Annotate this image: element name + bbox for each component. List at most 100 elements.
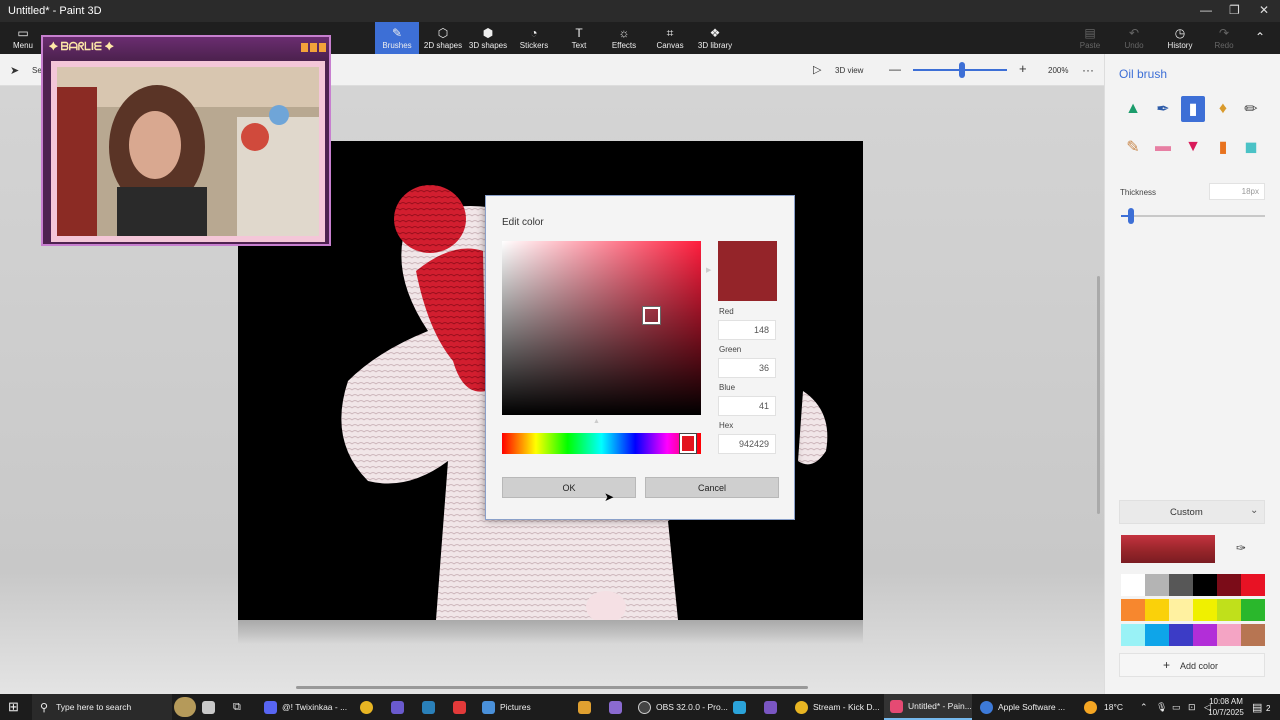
app-purple-icon[interactable]	[609, 694, 627, 720]
spray-can-icon[interactable]: ▮	[1211, 134, 1235, 160]
highlighter-icon[interactable]: ▼	[1181, 134, 1205, 160]
chevron-up-icon[interactable]: ⌃	[1140, 694, 1148, 720]
taskbar-app-discord[interactable]: @! Twixinkaa - ...	[264, 694, 347, 720]
palette-swatch[interactable]	[1217, 599, 1241, 621]
fill-icon[interactable]: ◼	[1239, 134, 1263, 160]
search-highlight-icon[interactable]	[174, 694, 201, 720]
close-button[interactable]: ✕	[1259, 3, 1269, 17]
tab-canvas[interactable]: ⌗ Canvas	[652, 22, 688, 54]
tab-effects[interactable]: ☼ Effects	[606, 22, 642, 54]
thickness-slider-thumb[interactable]	[1128, 208, 1135, 224]
tab-text[interactable]: T Text	[562, 22, 596, 54]
tab-3d-library[interactable]: ❖ 3D library	[694, 22, 736, 54]
thickness-input[interactable]: 18px	[1209, 183, 1265, 200]
clock[interactable]: 10:08 AM 10/7/2025	[1206, 696, 1246, 718]
eraser-icon[interactable]: ▬	[1151, 134, 1175, 160]
tab-3d-shapes[interactable]: ⬢ 3D shapes	[467, 22, 509, 54]
vertical-scrollbar[interactable]	[1097, 276, 1100, 514]
taskbar-app-chrome-kick[interactable]: Stream - Kick D...	[795, 694, 880, 720]
paste-button[interactable]: ▤ Paste	[1078, 22, 1102, 54]
battery-icon[interactable]: ▭	[1172, 694, 1181, 720]
watercolor-icon[interactable]: ♦	[1211, 96, 1235, 122]
palette-swatch[interactable]	[1241, 574, 1265, 596]
3d-view-icon[interactable]: ▷	[813, 63, 821, 76]
redo-button[interactable]: ↷ Redo	[1212, 22, 1236, 54]
palette-swatch[interactable]	[1169, 599, 1193, 621]
menu-button[interactable]: ▭ Menu	[6, 22, 40, 54]
history-icon: ◷	[1174, 25, 1186, 40]
palette-swatch[interactable]	[1217, 574, 1241, 596]
hue-slider-thumb[interactable]	[679, 433, 697, 454]
history-button[interactable]: ◷ History	[1164, 22, 1196, 54]
3d-view-button[interactable]: 3D view	[835, 66, 863, 75]
hex-input[interactable]: 942429	[718, 434, 776, 454]
zoom-level: 200%	[1048, 66, 1069, 75]
palette-swatch[interactable]	[1193, 599, 1217, 621]
minimize-button[interactable]: —	[1200, 3, 1212, 17]
palette-swatch[interactable]	[1217, 624, 1241, 646]
thickness-track[interactable]	[1121, 215, 1265, 217]
burger-icon[interactable]	[578, 694, 596, 720]
tab-stickers[interactable]: ◔ Stickers	[514, 22, 554, 54]
tab-2d-shapes[interactable]: ⬡ 2D shapes	[422, 22, 464, 54]
weather-icon[interactable]	[1084, 694, 1102, 720]
red-input[interactable]: 148	[718, 320, 776, 340]
green-input[interactable]: 36	[718, 358, 776, 378]
add-color-button[interactable]: + Add color	[1119, 653, 1265, 677]
color-spectrum-picker[interactable]	[502, 241, 701, 415]
zoom-out-icon[interactable]: —	[889, 62, 901, 76]
task-view-icon[interactable]: ⧉	[233, 694, 241, 720]
app-red-icon[interactable]	[453, 694, 471, 720]
palette-swatch[interactable]	[1241, 599, 1265, 621]
palette-swatch[interactable]	[1169, 574, 1193, 596]
palette-swatch[interactable]	[1193, 574, 1217, 596]
chrome-icon[interactable]	[360, 694, 378, 720]
blue-input[interactable]: 41	[718, 396, 776, 416]
palette-dropdown[interactable]: Custom ⌄	[1119, 500, 1265, 524]
horizontal-scrollbar[interactable]	[296, 686, 808, 689]
palette-swatch[interactable]	[1193, 624, 1217, 646]
app-blue-icon[interactable]	[733, 694, 751, 720]
marker-icon[interactable]: ▲	[1121, 96, 1145, 122]
tab-brushes[interactable]: ✎ Brushes	[375, 22, 419, 54]
palette-swatch[interactable]	[1121, 624, 1145, 646]
collapse-ribbon-button[interactable]: ⌃	[1252, 22, 1268, 54]
windows-start-icon[interactable]: ⊞	[8, 694, 19, 720]
eyedropper-icon[interactable]: ✑	[1236, 541, 1246, 555]
app-wave-icon[interactable]	[764, 694, 782, 720]
taskbar-search[interactable]: ⚲ Type here to search	[32, 694, 172, 720]
taskbar-app-paint3d[interactable]: Untitled* - Pain...	[884, 694, 972, 720]
palette-swatch[interactable]	[1145, 574, 1169, 596]
microphone-icon[interactable]: 🎙	[1156, 694, 1167, 720]
palette-swatch[interactable]	[1145, 624, 1169, 646]
crayon-icon[interactable]: ✎	[1121, 134, 1145, 160]
zoom-in-icon[interactable]: +	[1019, 61, 1027, 76]
hue-slider[interactable]	[502, 433, 701, 454]
taskbar-app-apple-update[interactable]: Apple Software ...	[980, 694, 1065, 720]
palette-swatch[interactable]	[1169, 624, 1193, 646]
color-picker-handle[interactable]	[642, 306, 661, 325]
undo-button[interactable]: ↶ Undo	[1122, 22, 1146, 54]
ok-button[interactable]: OK	[502, 477, 636, 498]
palette-swatch[interactable]	[1241, 624, 1265, 646]
taskbar-app-pictures[interactable]: Pictures	[482, 694, 531, 720]
palette-swatch[interactable]	[1121, 574, 1145, 596]
weather-temperature[interactable]: 18°C	[1104, 694, 1123, 720]
more-options-button[interactable]: ···	[1082, 63, 1094, 77]
palette-swatch[interactable]	[1145, 599, 1169, 621]
oil-brush-icon[interactable]: ▮	[1181, 96, 1205, 122]
pencil-icon[interactable]: ✏	[1239, 96, 1263, 122]
steam-icon[interactable]	[422, 694, 440, 720]
game-icon[interactable]	[391, 694, 409, 720]
maximize-button[interactable]: ❐	[1229, 3, 1240, 17]
notifications-icon[interactable]: ▤	[1252, 694, 1262, 720]
palette-swatch[interactable]	[1121, 599, 1145, 621]
network-icon[interactable]: ⊡	[1188, 694, 1196, 720]
zoom-slider-thumb[interactable]	[959, 62, 965, 78]
taskbar-app-obs[interactable]: OBS 32.0.0 - Pro...	[638, 694, 728, 720]
calligraphy-pen-icon[interactable]: ✒	[1151, 96, 1175, 122]
cancel-button[interactable]: Cancel	[645, 477, 779, 498]
notes-icon[interactable]	[202, 694, 220, 720]
current-color-swatch[interactable]	[1121, 535, 1215, 563]
cursor-icon[interactable]: ➤	[10, 64, 19, 77]
